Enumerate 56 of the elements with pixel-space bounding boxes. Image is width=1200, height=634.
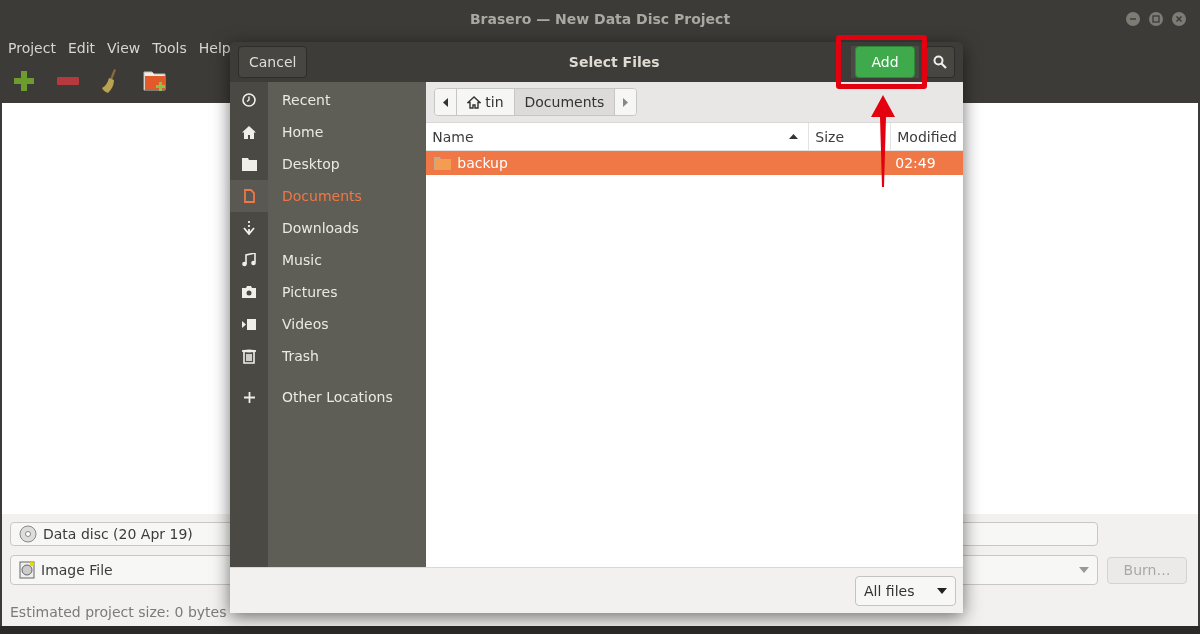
home-icon [242, 125, 256, 139]
folder-icon [241, 157, 257, 171]
dropdown-arrow-icon [937, 587, 947, 594]
place-item[interactable]: Pictures [230, 276, 427, 308]
search-icon [933, 55, 947, 69]
search-button[interactable] [925, 46, 955, 78]
dropdown-arrow-icon [1079, 567, 1089, 573]
plus-icon [243, 391, 255, 403]
file-type-filter[interactable]: All files [855, 575, 956, 606]
place-item[interactable]: Downloads [230, 212, 427, 244]
new-folder-icon[interactable] [143, 68, 169, 93]
minus-icon[interactable] [57, 76, 79, 85]
add-button[interactable]: Add [855, 46, 915, 78]
disc-icon [19, 525, 37, 543]
left-triangle-icon [443, 97, 449, 107]
place-item[interactable]: Trash [230, 340, 427, 372]
column-header[interactable]: Name [426, 123, 810, 150]
column-header[interactable]: Modified [891, 123, 963, 150]
file-name: backup [457, 155, 508, 171]
menu-item[interactable]: Edit [67, 40, 96, 56]
maximize-icon[interactable] [1149, 12, 1163, 26]
camera-icon [242, 286, 256, 298]
plus-icon[interactable] [13, 69, 35, 92]
download-icon [242, 221, 256, 235]
folder-icon [434, 156, 452, 170]
window-title: Brasero — New Data Disc Project [469, 11, 731, 27]
close-icon[interactable] [1172, 12, 1186, 26]
file-modified: 02:49 [895, 155, 936, 171]
menu-item[interactable]: Tools [152, 40, 187, 56]
menu-item[interactable]: Project [8, 40, 56, 56]
right-triangle-icon [623, 97, 629, 107]
music-icon [242, 253, 256, 267]
place-item[interactable]: Videos [230, 308, 427, 340]
trash-icon [242, 348, 256, 364]
cancel-button[interactable]: Cancel [238, 46, 308, 78]
path-button[interactable]: tin [457, 89, 515, 115]
document-icon [243, 189, 255, 203]
minimize-icon[interactable] [1126, 12, 1140, 26]
other-locations-item[interactable]: Other Locations [230, 381, 427, 413]
place-item[interactable]: Desktop [230, 148, 427, 180]
menu-item[interactable]: Help [198, 40, 231, 56]
place-item[interactable]: Home [230, 116, 427, 148]
dialog-title: Select Files [567, 54, 661, 70]
place-item[interactable]: Music [230, 244, 427, 276]
forward-arrow-button[interactable] [615, 89, 637, 115]
back-arrow-button[interactable] [435, 89, 458, 115]
sort-ascending-icon [789, 134, 799, 139]
path-button[interactable]: Documents [514, 89, 616, 115]
home-icon [467, 95, 482, 109]
disc-image-icon [19, 561, 35, 579]
file-row[interactable]: backup 02:49 [426, 151, 963, 175]
clock-icon [242, 93, 256, 107]
status-text: Estimated project size: 0 bytes [10, 604, 228, 620]
menu-item[interactable]: View [107, 40, 141, 56]
video-icon [242, 318, 256, 330]
place-item[interactable]: Recent [230, 84, 427, 116]
